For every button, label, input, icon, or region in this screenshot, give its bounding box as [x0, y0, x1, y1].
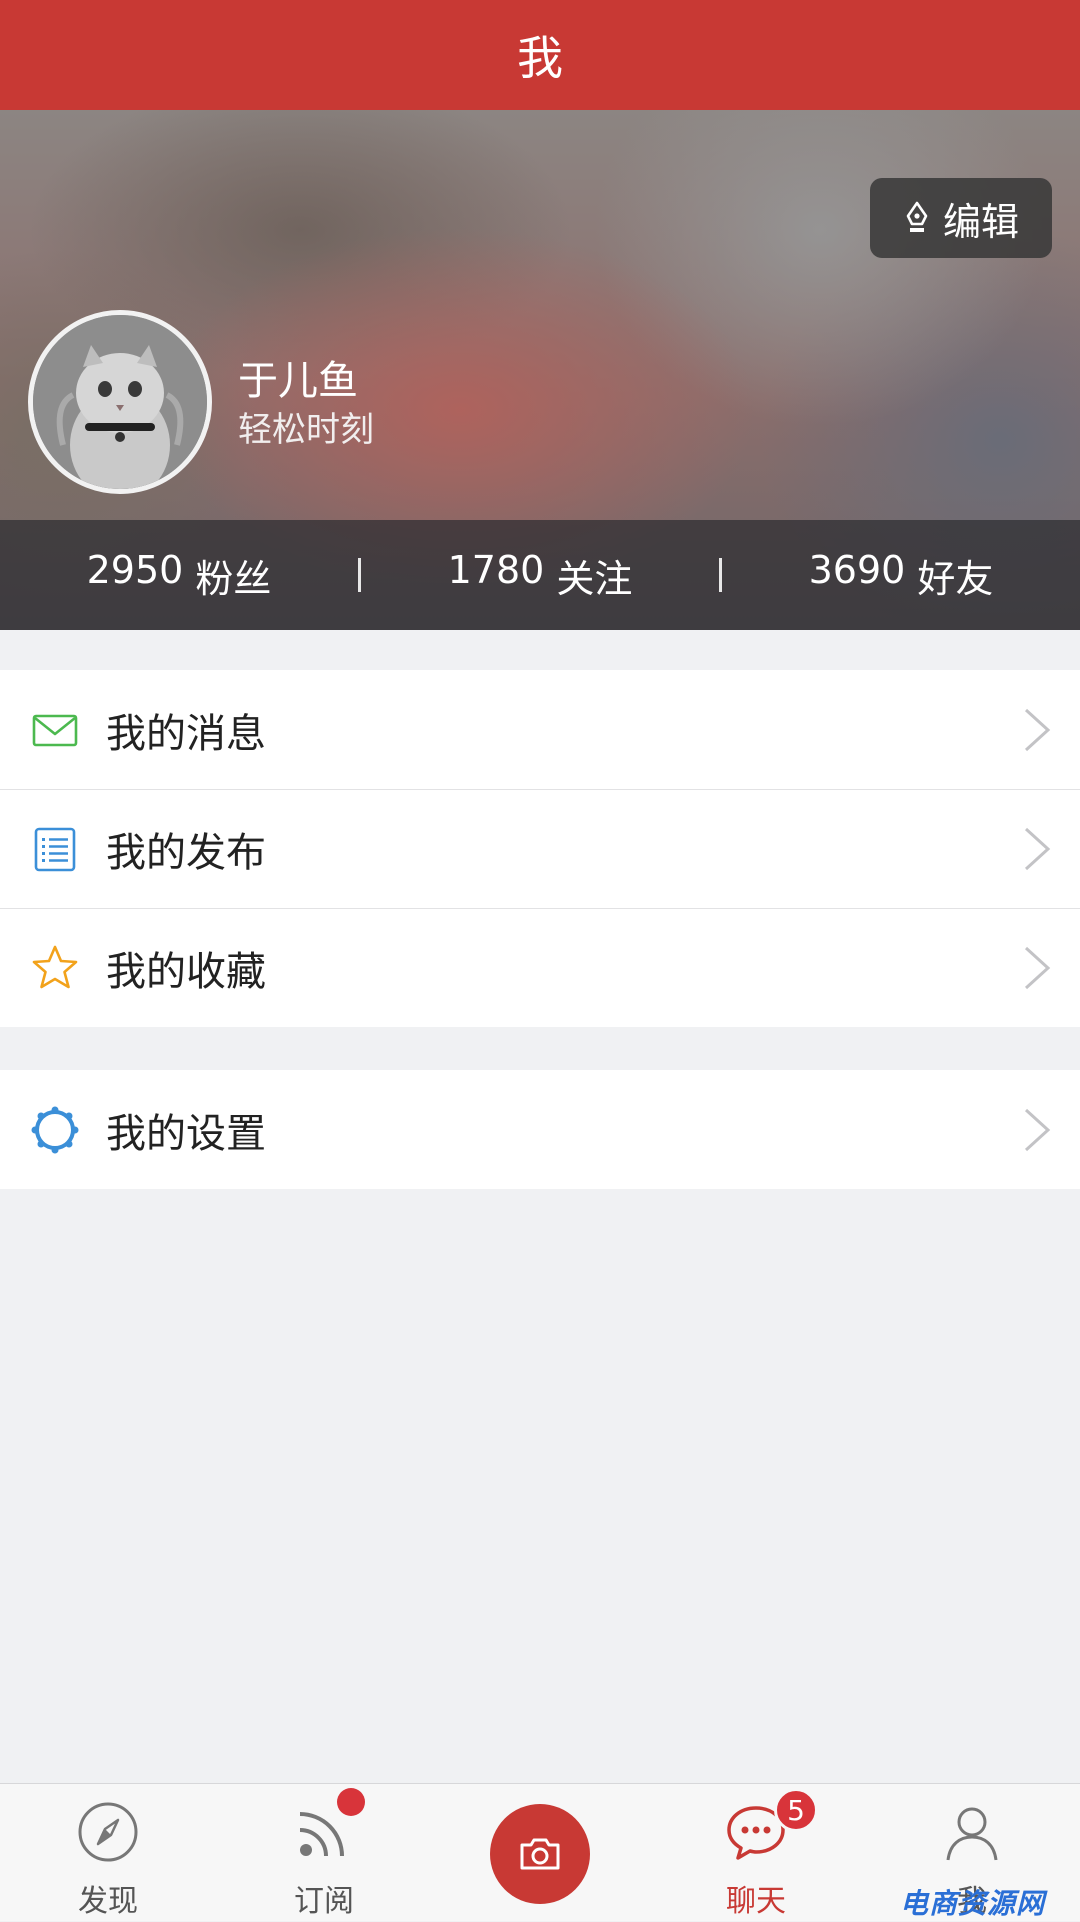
- chevron-right-icon: [1024, 1108, 1051, 1151]
- stat-friends-label: 好友: [917, 556, 994, 601]
- stat-friends[interactable]: 3690 好友: [722, 548, 1080, 603]
- stat-fans-label: 粉丝: [195, 556, 272, 601]
- tab-subscribe[interactable]: 订阅: [216, 1784, 432, 1921]
- watermark-text: 电商资源网: [900, 1887, 1046, 1920]
- camera-button[interactable]: [490, 1804, 590, 1904]
- tab-discover[interactable]: 发现: [0, 1784, 216, 1921]
- menu-item-label: 我的消息: [106, 710, 266, 757]
- menu-item-label: 我的收藏: [106, 948, 266, 995]
- tab-label: 订阅: [294, 1884, 354, 1919]
- menu-item-label: 我的设置: [106, 1110, 266, 1157]
- stat-fans[interactable]: 2950 粉丝: [0, 548, 358, 603]
- top-bar: 我: [0, 0, 1080, 110]
- chat-count-badge: 5: [774, 1788, 818, 1832]
- settings-icon: [30, 1105, 80, 1155]
- menu-item-messages[interactable]: 我的消息: [0, 670, 1080, 789]
- menu-item-posts[interactable]: 我的发布: [0, 789, 1080, 908]
- chevron-right-icon: [1024, 946, 1051, 989]
- profile-header: 编辑 于儿鱼 轻松时刻 2950 粉丝 1780 关注 3690 好友: [0, 110, 1080, 630]
- stat-following-value: 1780: [447, 547, 545, 592]
- camera-icon: [520, 1838, 560, 1870]
- menu-group-main: 我的消息 我的发布 我的收藏: [0, 670, 1080, 1027]
- avatar[interactable]: [28, 310, 212, 494]
- username: 于儿鱼: [238, 358, 358, 404]
- edit-label: 编辑: [942, 199, 1019, 244]
- tab-chat[interactable]: 聊天: [648, 1784, 864, 1921]
- menu-item-favorites[interactable]: 我的收藏: [0, 908, 1080, 1027]
- list-document-icon: [30, 824, 80, 874]
- stat-following[interactable]: 1780 关注: [361, 548, 719, 603]
- tab-label: 发现: [78, 1884, 138, 1919]
- user-icon: [946, 1807, 998, 1861]
- stats-bar: 2950 粉丝 1780 关注 3690 好友: [0, 520, 1080, 630]
- menu-item-label: 我的发布: [106, 829, 266, 876]
- chevron-right-icon: [1024, 708, 1051, 751]
- mail-icon: [30, 705, 80, 755]
- star-icon: [30, 943, 80, 993]
- compass-icon: [78, 1802, 138, 1862]
- unread-dot-badge: [337, 1788, 365, 1816]
- menu-item-settings[interactable]: 我的设置: [0, 1070, 1080, 1189]
- edit-profile-button[interactable]: 编辑: [870, 178, 1052, 258]
- stat-following-label: 关注: [556, 556, 633, 601]
- menu-group-settings: 我的设置: [0, 1070, 1080, 1189]
- tab-label: 聊天: [726, 1884, 786, 1919]
- stat-friends-value: 3690: [808, 547, 906, 592]
- page-title: 我: [517, 31, 563, 85]
- chevron-right-icon: [1024, 827, 1051, 870]
- pen-icon: [906, 201, 928, 232]
- cat-avatar-image: [33, 315, 207, 489]
- user-subtitle: 轻松时刻: [238, 410, 374, 450]
- stat-fans-value: 2950: [86, 547, 184, 592]
